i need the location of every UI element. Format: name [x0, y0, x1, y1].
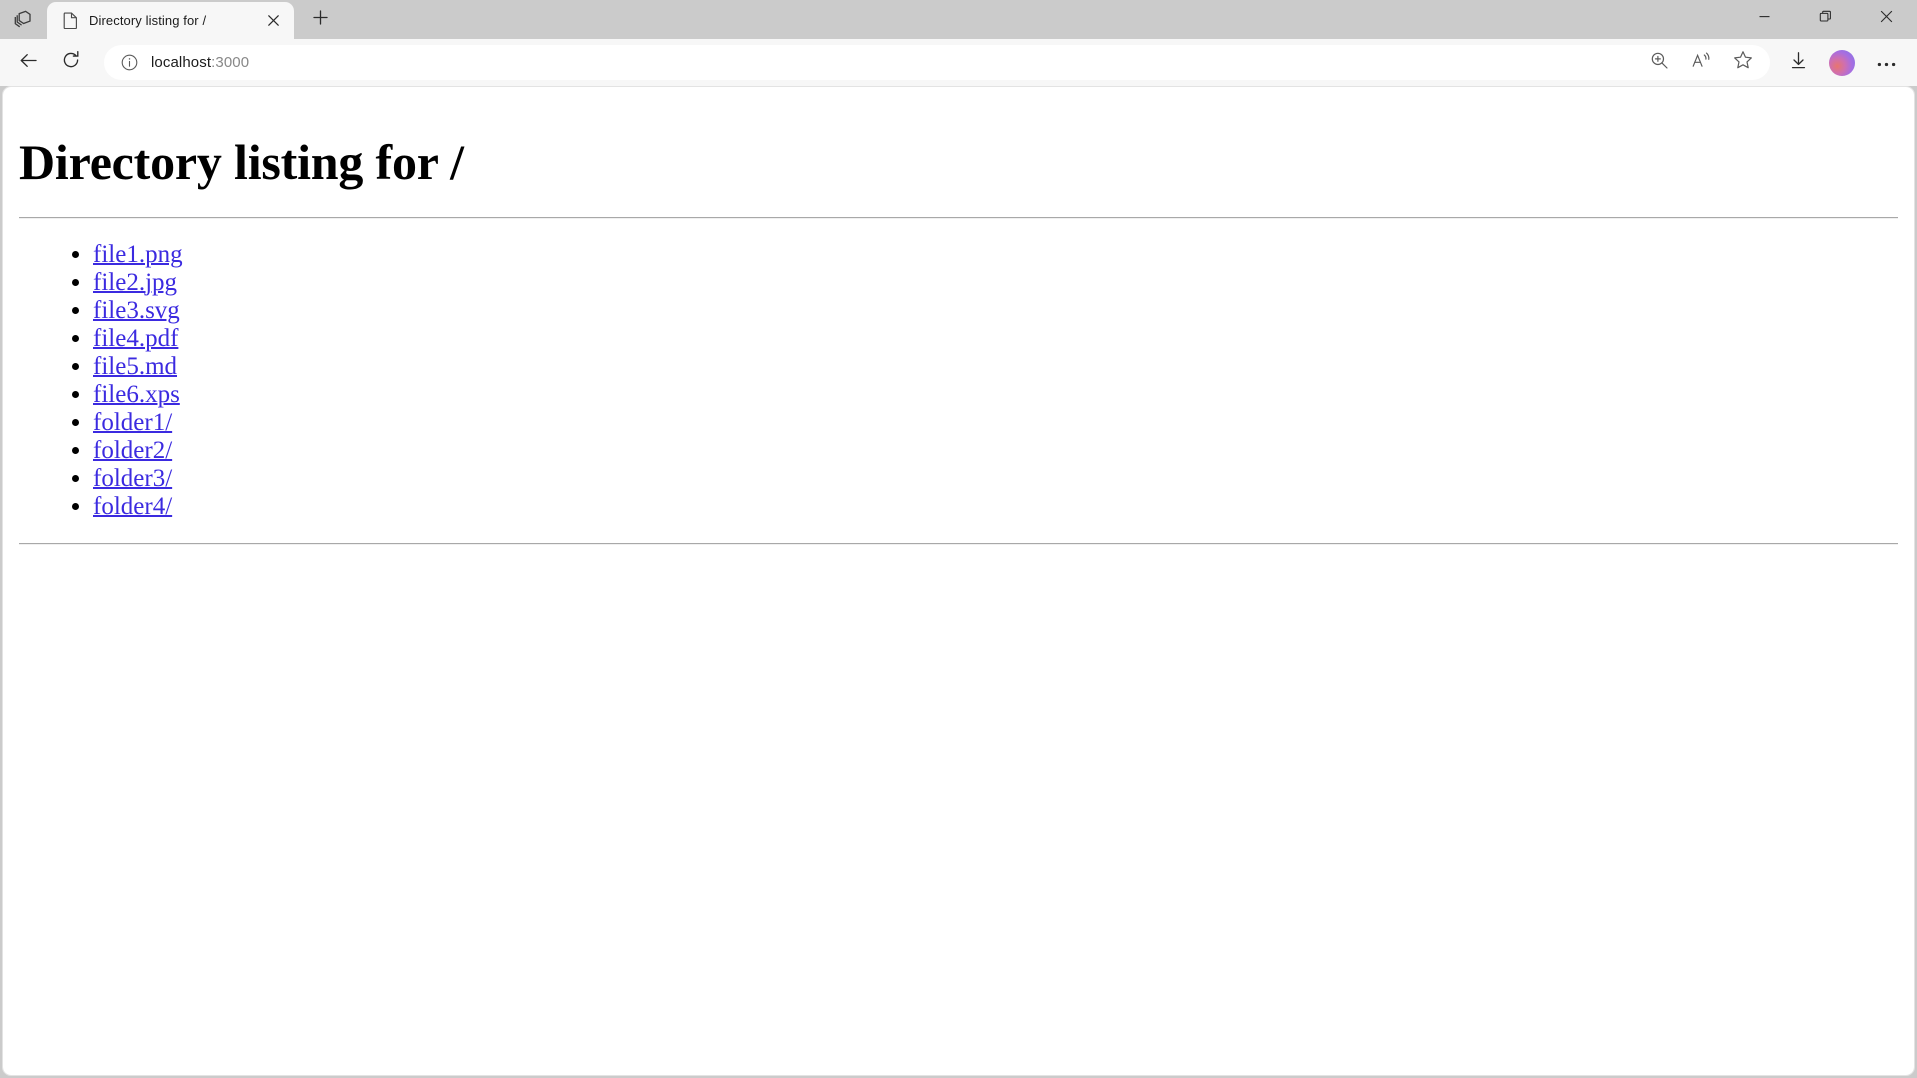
- divider-top: [19, 217, 1898, 219]
- refresh-icon: [61, 50, 81, 75]
- list-item: file4.pdf: [93, 325, 1904, 353]
- list-item: folder4/: [93, 493, 1904, 521]
- tab-directory-listing[interactable]: Directory listing for /: [47, 2, 294, 39]
- directory-entry-link[interactable]: file2.jpg: [93, 269, 177, 296]
- document-icon: [60, 11, 80, 31]
- back-button[interactable]: [9, 44, 47, 82]
- tab-close-button[interactable]: [260, 8, 286, 34]
- read-aloud-icon: [1691, 51, 1712, 75]
- tab-strip: Directory listing for /: [0, 0, 1917, 39]
- list-item: file1.png: [93, 241, 1904, 269]
- list-item: file6.xps: [93, 381, 1904, 409]
- tab-actions-button[interactable]: [0, 0, 47, 39]
- browser-toolbar-right: [1770, 44, 1908, 82]
- list-item: folder3/: [93, 465, 1904, 493]
- back-arrow-icon: [18, 50, 39, 76]
- browser-window: Directory listing for / localhost:3000 D…: [0, 0, 1917, 1078]
- new-tab-button[interactable]: [302, 4, 338, 36]
- directory-entry-link[interactable]: folder3/: [93, 465, 172, 492]
- divider-bottom: [19, 543, 1898, 545]
- window-minimize-button[interactable]: [1734, 0, 1795, 33]
- favorite-star-icon: [1733, 50, 1753, 75]
- url-host: localhost: [151, 54, 212, 71]
- directory-entry-link[interactable]: file5.md: [93, 353, 177, 380]
- favorite-button[interactable]: [1726, 48, 1760, 78]
- plus-icon: [312, 10, 328, 30]
- directory-entry-link[interactable]: file3.svg: [93, 297, 180, 324]
- directory-entry-link[interactable]: folder4/: [93, 493, 172, 520]
- stacked-tabs-icon: [13, 9, 34, 30]
- directory-list: file1.pngfile2.jpgfile3.svgfile4.pdffile…: [13, 241, 1904, 521]
- directory-entry-link[interactable]: file6.xps: [93, 381, 180, 408]
- directory-entry-link[interactable]: file4.pdf: [93, 325, 178, 352]
- page-viewport: Directory listing for / file1.pngfile2.j…: [2, 86, 1915, 1076]
- tab-strip-drag-area: [338, 0, 1917, 39]
- directory-listing-page: Directory listing for / file1.pngfile2.j…: [3, 87, 1914, 1075]
- zoom-in-icon: [1650, 51, 1669, 75]
- settings-and-more-button[interactable]: [1867, 44, 1905, 82]
- directory-entry-link[interactable]: folder2/: [93, 437, 172, 464]
- list-item: folder1/: [93, 409, 1904, 437]
- settings-more-icon: [1877, 54, 1896, 72]
- info-circle-icon[interactable]: [116, 50, 142, 76]
- url-port: :3000: [211, 54, 250, 71]
- url-text: localhost:3000: [151, 54, 1638, 71]
- navigation-toolbar: localhost:3000: [0, 39, 1917, 86]
- directory-entry-link[interactable]: folder1/: [93, 409, 172, 436]
- downloads-button[interactable]: [1779, 44, 1817, 82]
- zoom-in-button[interactable]: [1642, 48, 1676, 78]
- window-controls: [1734, 0, 1917, 39]
- profile-button[interactable]: [1823, 44, 1861, 82]
- profile-avatar: [1829, 49, 1855, 76]
- refresh-button[interactable]: [52, 44, 90, 82]
- downloads-icon: [1789, 51, 1808, 75]
- window-close-button[interactable]: [1856, 0, 1917, 33]
- read-aloud-button[interactable]: [1684, 48, 1718, 78]
- window-restore-button[interactable]: [1795, 0, 1856, 33]
- list-item: file2.jpg: [93, 269, 1904, 297]
- directory-entry-link[interactable]: file1.png: [93, 241, 183, 268]
- tab-title: Directory listing for /: [89, 13, 207, 28]
- list-item: folder2/: [93, 437, 1904, 465]
- list-item: file5.md: [93, 353, 1904, 381]
- address-bar[interactable]: localhost:3000: [104, 45, 1770, 80]
- page-title: Directory listing for /: [19, 134, 464, 190]
- list-item: file3.svg: [93, 297, 1904, 325]
- address-bar-actions: [1638, 48, 1764, 78]
